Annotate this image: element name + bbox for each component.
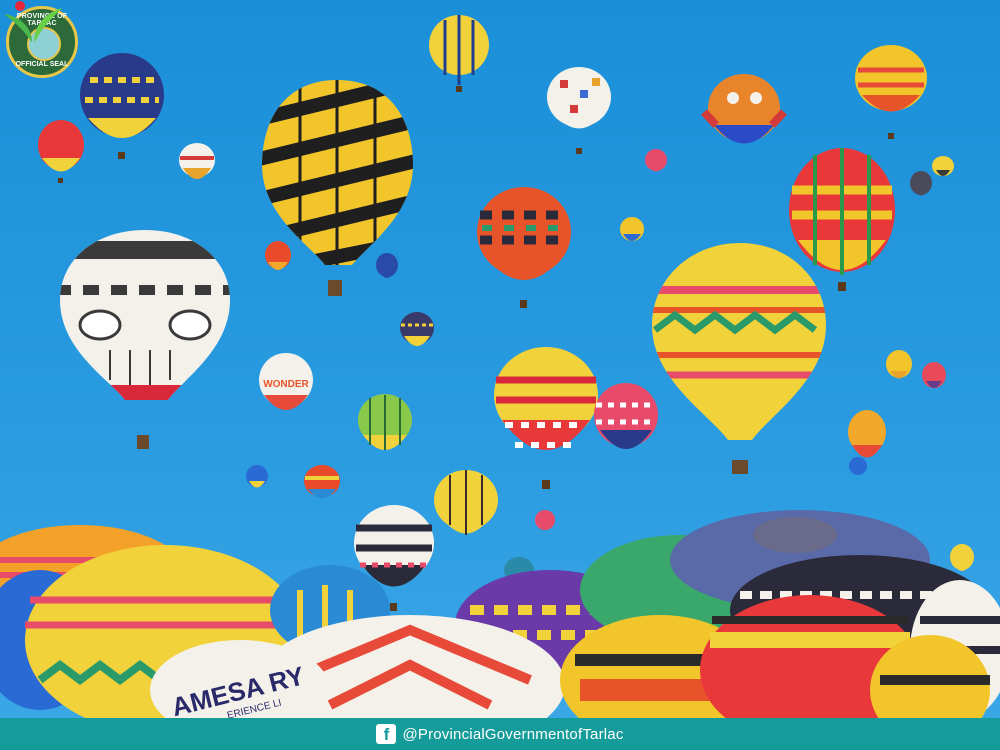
seal-bottom-text: OFFICIAL SEAL <box>15 61 69 68</box>
balloon-photo: WONDER AMESA RY ERIENCE LI PROVINCE OF O… <box>0 0 1000 718</box>
balloons-illustration: WONDER AMESA RY ERIENCE LI <box>0 15 1000 718</box>
facebook-icon: f <box>376 724 397 744</box>
footer-bar: f @ProvincialGovernmentofTarlac <box>0 718 1000 750</box>
foreground-balloons: AMESA RY ERIENCE LI <box>0 510 1000 718</box>
facebook-handle[interactable]: @ProvincialGovernmentofTarlac <box>402 726 623 743</box>
big-yellow-pattern-balloon <box>652 243 826 440</box>
wonder-balloon-label: WONDER <box>263 379 309 390</box>
face-balloon <box>60 230 230 400</box>
sprout-logo-icon <box>4 1 62 42</box>
